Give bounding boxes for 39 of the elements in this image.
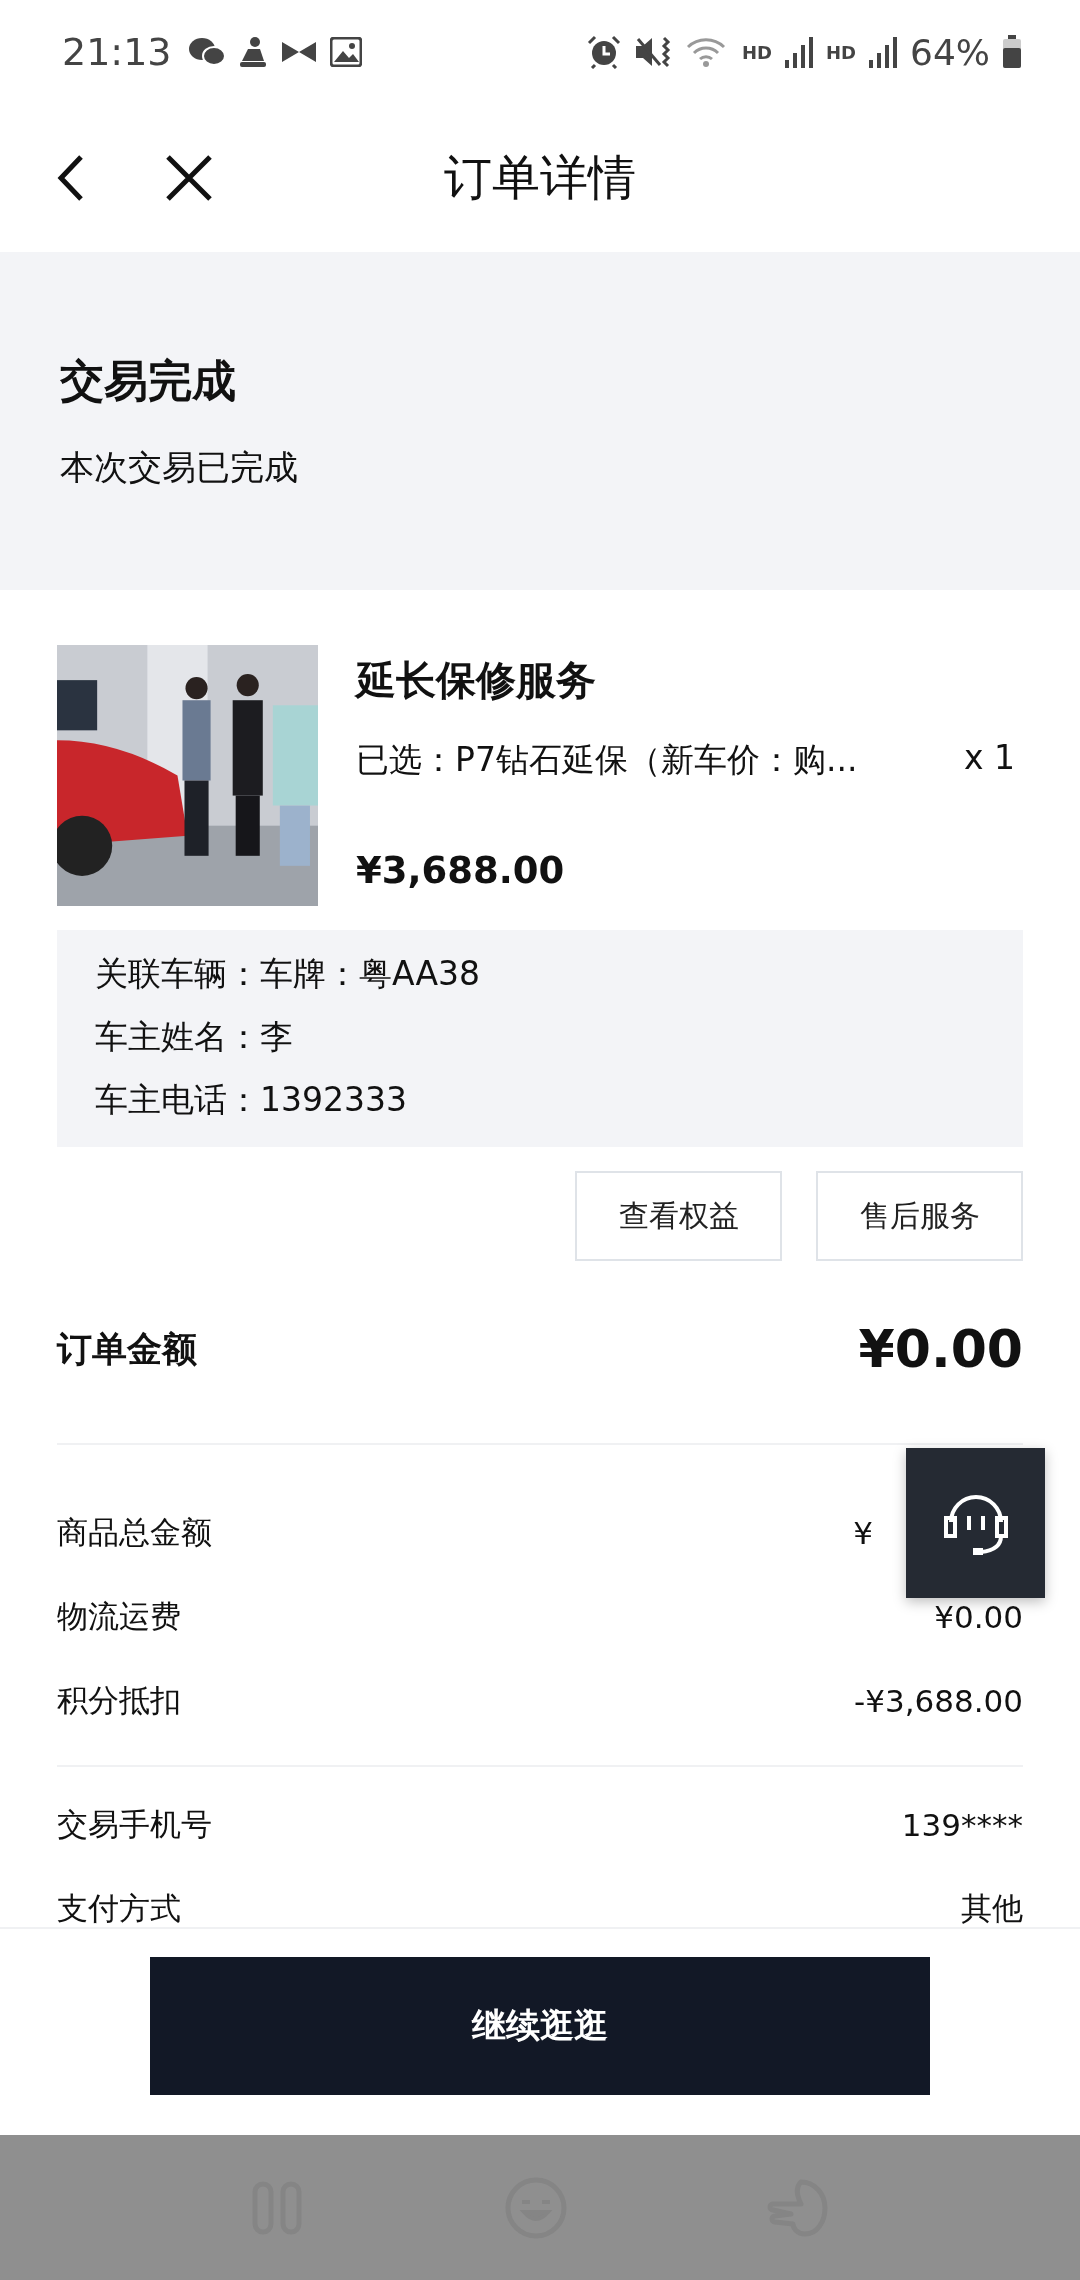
battery-icon: [1002, 35, 1022, 69]
vehicle-info-line: 车主电话：1392333: [95, 1079, 408, 1121]
status-message: 本次交易已完成: [60, 446, 299, 489]
row-value: 139****: [901, 1807, 1023, 1843]
order-total-label: 订单金额: [57, 1327, 197, 1371]
signal-icon: [868, 36, 898, 68]
close-button[interactable]: [164, 153, 214, 203]
battery-percent: 64%: [910, 31, 990, 73]
bow-icon: [279, 40, 318, 64]
product-price: ¥3,688.00: [356, 849, 566, 892]
vehicle-info-line: 车主姓名：李: [95, 1016, 294, 1058]
clock-time: 21:13: [62, 30, 172, 74]
vehicle-info-line: 关联车辆：车牌：粤AA38: [95, 953, 482, 995]
row-value: ¥0.00: [934, 1599, 1023, 1635]
product-name: 延长保修服务: [356, 656, 597, 705]
page-title: 订单详情: [443, 148, 637, 207]
product-quantity: x 1: [964, 738, 1016, 779]
order-total-value: ¥0.00: [858, 1319, 1023, 1379]
network-label: HD: [825, 41, 856, 63]
signal-icon: [783, 36, 814, 68]
back-button[interactable]: [56, 153, 86, 203]
row-value: ¥: [853, 1515, 873, 1551]
row-label: 商品总金额: [57, 1513, 212, 1552]
row-label: 支付方式: [57, 1889, 181, 1927]
customer-service-button[interactable]: [906, 1448, 1045, 1598]
continue-shopping-button[interactable]: 继续逛逛: [150, 1957, 930, 2095]
alarm-icon: [585, 35, 622, 69]
row-value: -¥3,688.00: [854, 1683, 1023, 1719]
figure-icon: [237, 35, 268, 69]
image-icon: [329, 37, 362, 67]
action-button[interactable]: 售后服务: [816, 1171, 1023, 1261]
status-title: 交易完成: [60, 354, 237, 408]
action-button[interactable]: 查看权益: [575, 1171, 782, 1261]
row-label: 积分抵扣: [57, 1681, 181, 1720]
row-value: 其他: [961, 1889, 1023, 1927]
row-label: 交易手机号: [57, 1805, 212, 1844]
row-label: 物流运费: [57, 1597, 181, 1636]
network-label: HD: [741, 41, 772, 63]
product-option: 已选：P7钻石延保（新车价：购...: [356, 738, 858, 783]
